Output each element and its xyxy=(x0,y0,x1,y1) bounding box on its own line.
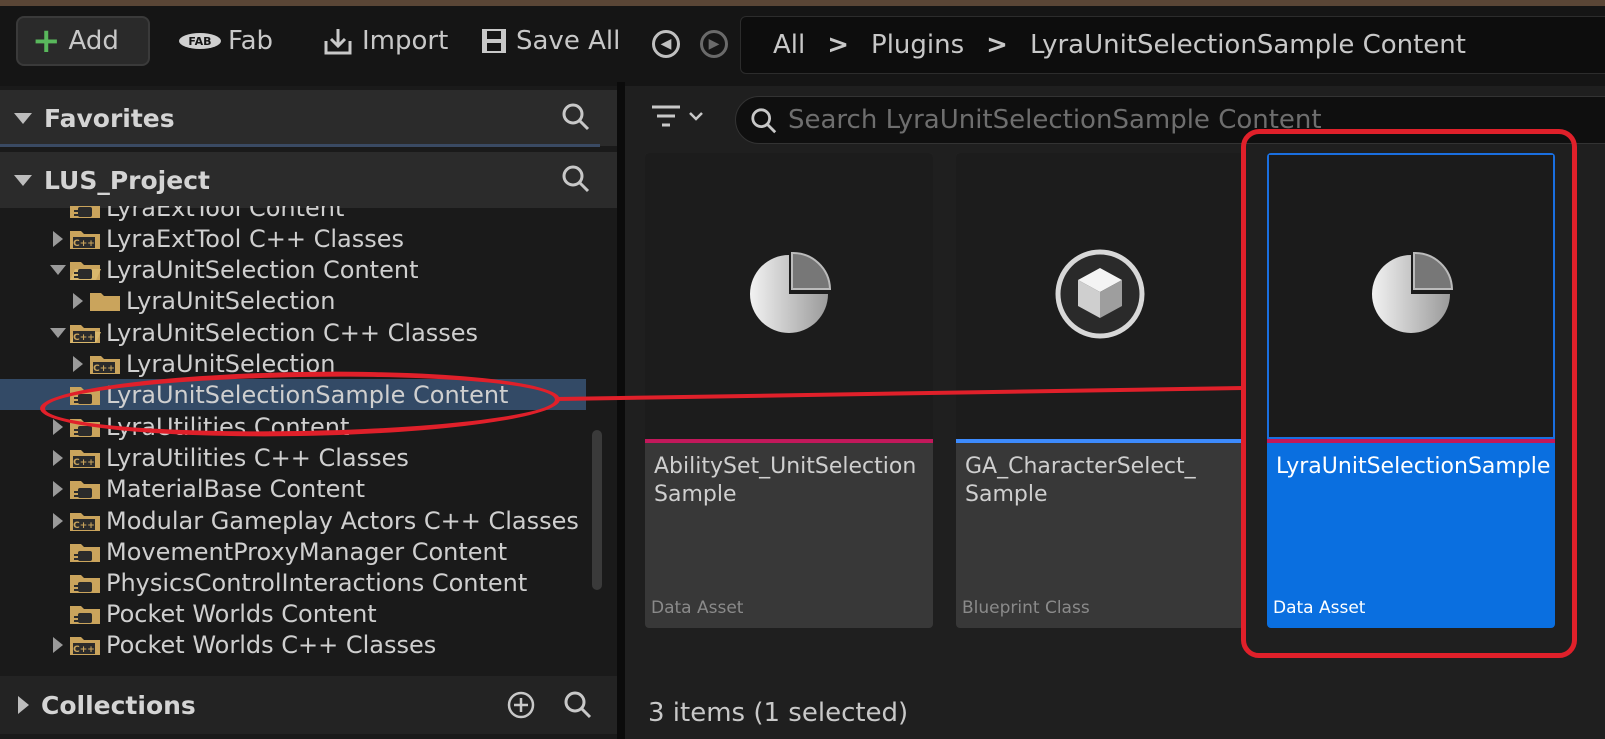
annotation-rectangle xyxy=(1241,129,1577,658)
